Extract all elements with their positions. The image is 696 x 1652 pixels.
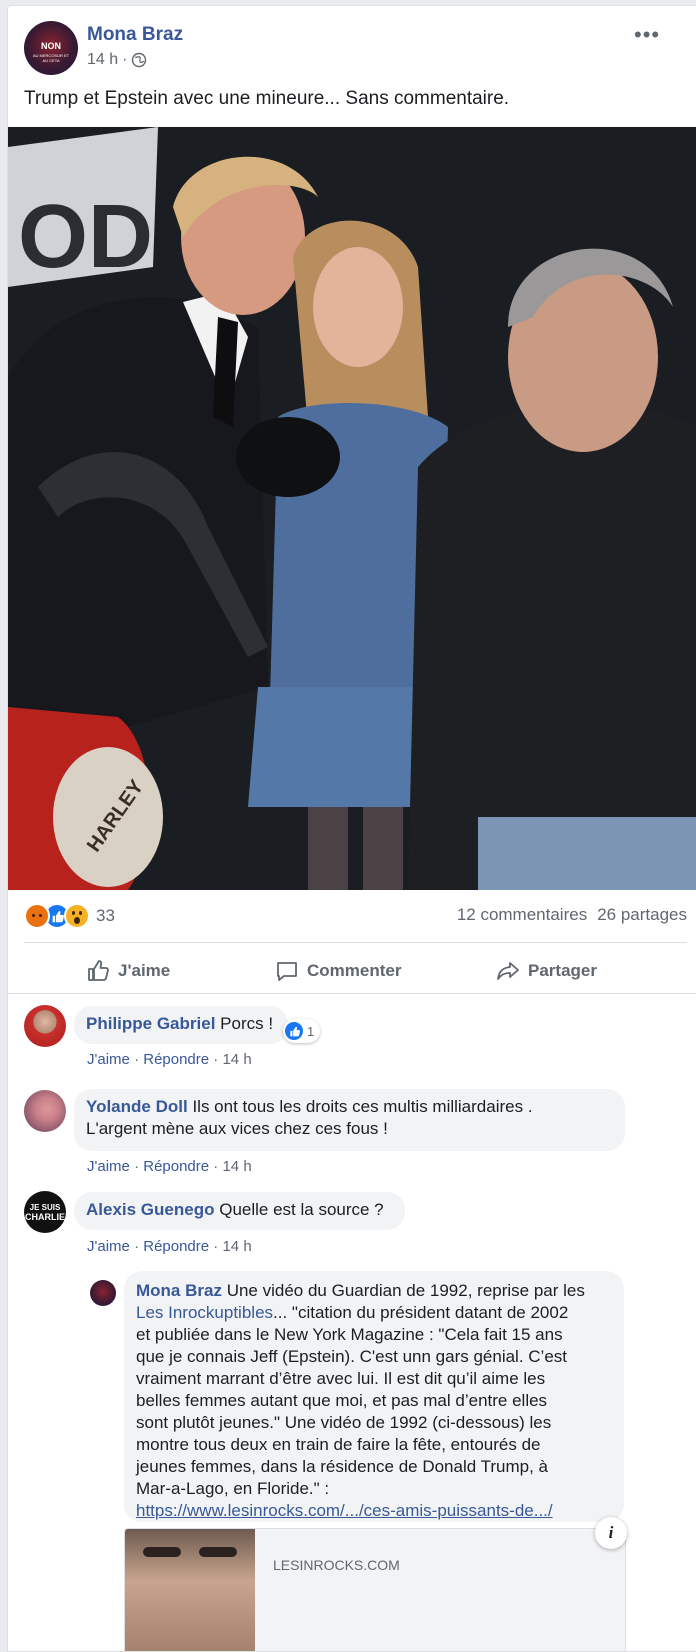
comment-button-label: Commenter [307, 961, 402, 980]
comment-button[interactable]: Commenter [275, 959, 401, 983]
wow-reaction-icon [64, 903, 90, 929]
author-name[interactable]: Mona Braz [87, 24, 183, 46]
commenter-avatar[interactable] [24, 1005, 66, 1047]
comment-reply-link[interactable]: Répondre [143, 1158, 209, 1175]
globe-icon [132, 52, 147, 68]
post-meta: 14 h · [87, 51, 147, 69]
reply-mention-link[interactable]: Les Inrockuptibles [136, 1303, 273, 1322]
reply-line: montre tous deux en train de faire la fê… [136, 1435, 541, 1454]
comment-reply-link[interactable]: Répondre [143, 1051, 209, 1068]
like-reaction-icon [285, 1022, 303, 1040]
avatar-text-bottom: CHARLIE [25, 1211, 65, 1222]
comment-like-link[interactable]: J'aime [87, 1051, 130, 1068]
comment-actions: J'aime · Répondre · 14 h [87, 1158, 252, 1175]
reply-line: Mar-a-Lago, en Floride." : [136, 1479, 330, 1498]
angry-reaction-icon [24, 903, 50, 929]
comment-text: Porcs ! [220, 1014, 274, 1033]
reactions-summary[interactable]: 33 [24, 903, 115, 929]
comment-like-link[interactable]: J'aime [87, 1158, 130, 1175]
comment-reaction-badge[interactable]: 1 [283, 1019, 321, 1043]
photo-illustration: HARLEY OD [8, 127, 696, 890]
actions-divider [8, 993, 696, 994]
comment-bubble: Yolande Doll Ils ont tous les droits ces… [74, 1089, 625, 1151]
post-stats: 12 commentaires 26 partages [457, 905, 687, 925]
avatar-text-top: NON [41, 41, 61, 51]
more-options-icon[interactable]: ••• [634, 22, 660, 48]
commenter-avatar[interactable]: JE SUIS CHARLIE [24, 1191, 66, 1233]
comment-time[interactable]: 14 h [222, 1051, 251, 1068]
stats-divider [24, 942, 687, 943]
shares-count[interactable]: 26 partages [597, 905, 687, 925]
meta-separator: · [122, 51, 128, 68]
comment-time[interactable]: 14 h [222, 1238, 251, 1255]
reactions-count: 33 [96, 906, 115, 925]
comment-like-link[interactable]: J'aime [87, 1238, 130, 1255]
link-preview[interactable]: LESINROCKS.COM [124, 1528, 626, 1651]
share-icon [497, 962, 519, 980]
author-avatar[interactable]: NON AU MERCOSUR ET AU CETA [24, 21, 78, 75]
reply-line: jeunes femmes, dans la résidence de Dona… [136, 1457, 549, 1476]
link-preview-domain: LESINROCKS.COM [273, 1557, 400, 1573]
comment-bubble: Philippe Gabriel Porcs ! [74, 1006, 288, 1044]
separator: · [134, 1051, 140, 1068]
separator: · [134, 1158, 140, 1175]
comments-count[interactable]: 12 commentaires [457, 905, 587, 925]
post-photo[interactable]: HARLEY OD [8, 127, 696, 890]
post-card: NON AU MERCOSUR ET AU CETA Mona Braz 14 … [7, 5, 696, 1652]
info-icon-glyph: i [608, 1523, 614, 1542]
comment-text-line-1: Ils ont tous les droits ces multis milli… [192, 1097, 533, 1116]
like-button-label: J'aime [118, 961, 171, 980]
separator: · [213, 1158, 219, 1175]
comment-author[interactable]: Yolande Doll [86, 1097, 188, 1116]
reply-author-avatar[interactable] [90, 1280, 116, 1306]
reply-line: belles femmes autant que moi, et pas mal… [136, 1391, 548, 1410]
separator: · [134, 1238, 140, 1255]
avatar-text-bottom: AU MERCOSUR ET AU CETA [32, 53, 70, 63]
link-preview-thumbnail [125, 1529, 255, 1651]
separator: · [213, 1238, 219, 1255]
comment-text-line-2: L'argent mène aux vices chez ces fous ! [86, 1119, 388, 1138]
comment-author[interactable]: Alexis Guenego [86, 1200, 214, 1219]
reply-text-start: Une vidéo du Guardian de 1992, reprise p… [226, 1281, 585, 1300]
photo-sign-text: OD [18, 187, 153, 287]
comment-bubble: Alexis Guenego Quelle est la source ? [74, 1192, 405, 1230]
avatar-text-top: JE SUIS [29, 1202, 61, 1212]
thumbs-up-icon [88, 960, 109, 981]
reply-author[interactable]: Mona Braz [136, 1281, 222, 1300]
info-icon[interactable]: i [595, 1517, 627, 1549]
reply-line: que je connais Jeff (Epstein). C'est unn… [136, 1347, 568, 1366]
post-text: Trump et Epstein avec une mineure... San… [24, 88, 510, 109]
reply-text-cont: ... "citation du président datant de 200… [273, 1303, 569, 1322]
comment-actions: J'aime · Répondre · 14 h [87, 1238, 252, 1255]
commenter-avatar[interactable] [24, 1090, 66, 1132]
share-button-label: Partager [528, 961, 597, 980]
comment-author[interactable]: Philippe Gabriel [86, 1014, 215, 1033]
reply-url-link[interactable]: https://www.lesinrocks.com/.../ces-amis-… [136, 1501, 553, 1520]
reply-bubble: Mona Braz Une vidéo du Guardian de 1992,… [124, 1271, 624, 1522]
share-button[interactable]: Partager [496, 959, 597, 983]
reply-line: sont plutôt jeunes." Une vidéo de 1992 (… [136, 1413, 552, 1432]
separator: · [213, 1051, 219, 1068]
comment-time[interactable]: 14 h [222, 1158, 251, 1175]
reply-line: et publiée dans le New York Magazine : "… [136, 1325, 563, 1344]
like-button[interactable]: J'aime [86, 959, 170, 983]
reply-line: vraiment marrant d’être avec lui. Il est… [136, 1369, 546, 1388]
comment-actions: J'aime · Répondre · 14 h [87, 1051, 252, 1068]
comment-text: Quelle est la source ? [219, 1200, 384, 1219]
post-time[interactable]: 14 h [87, 51, 118, 69]
comment-icon [277, 962, 297, 981]
comment-reply-link[interactable]: Répondre [143, 1238, 209, 1255]
comment-reaction-count: 1 [307, 1023, 315, 1039]
